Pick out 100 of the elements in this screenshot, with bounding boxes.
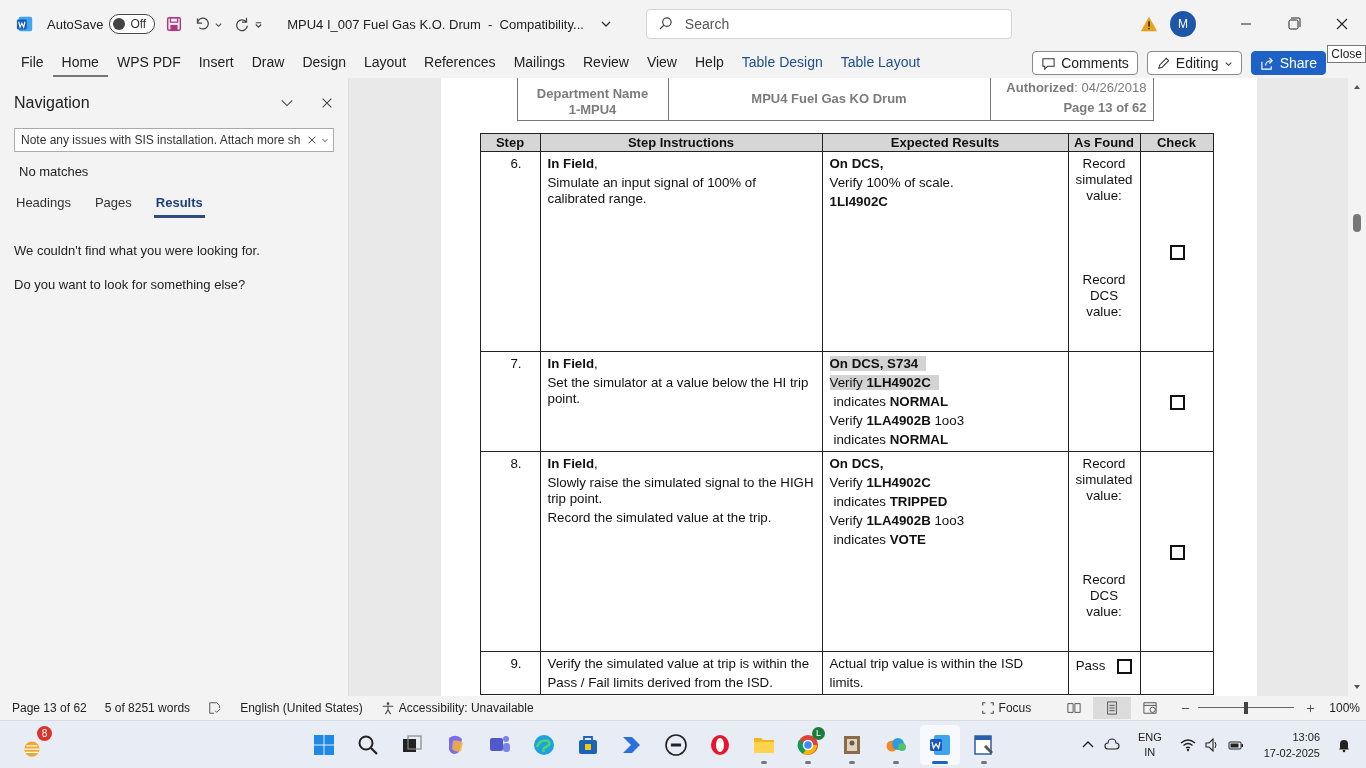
ribbon-tab[interactable]: WPS PDF [107, 49, 190, 77]
ribbon-tab[interactable]: Table Design [732, 49, 832, 77]
expected-result-text: On DCS, S734 [829, 356, 919, 371]
zoom-level[interactable]: 100% [1329, 701, 1360, 715]
pass-label: Pass [1075, 658, 1106, 674]
column-header: Step Instructions [540, 133, 822, 152]
result-message: We couldn't find what you were looking for. [14, 243, 261, 258]
notification-badge: 8 [37, 725, 52, 741]
share-button[interactable]: Share [1250, 51, 1326, 75]
ribbon-tab[interactable]: View [637, 49, 686, 77]
page-count[interactable]: Page 13 of 62 [12, 701, 87, 715]
unit-code: 1-MPU4 [567, 102, 618, 118]
customize-icon[interactable] [254, 19, 264, 29]
instruction-text: Pass / Fail limits derived from the ISD. [547, 675, 774, 691]
print-layout-icon[interactable] [1093, 697, 1132, 719]
instruction-text: Simulate an input signal of 100% of calibrated range. [547, 175, 757, 207]
document-title: MPU4 I_007 Fuel Gas K.O. Drum - Compatibility... [287, 16, 584, 32]
app-badge: L [812, 726, 825, 740]
column-header: Check [1140, 133, 1213, 152]
ribbon-tab[interactable]: Review [574, 49, 638, 77]
ribbon-tab[interactable]: Design [293, 49, 355, 77]
expected-result-text: Verify 1LH4902C [829, 375, 931, 390]
search-field[interactable]: Search [645, 9, 1012, 39]
ribbon-tab[interactable]: Layout [355, 49, 416, 77]
accessibility-status[interactable]: Accessibility: Unavailable [380, 701, 534, 715]
expected-result-text: indicates VOTE [833, 532, 926, 547]
autosave-label: AutoSave [47, 16, 104, 32]
step-number: 9. [510, 656, 522, 671]
save-icon[interactable] [165, 15, 184, 33]
close-tooltip: Close [1327, 45, 1366, 63]
page-number: Page 13 of 62 [1062, 99, 1147, 117]
share-icon [1259, 55, 1275, 71]
clock[interactable]: 13:06 17-02-2025 [1263, 728, 1320, 761]
clear-icon[interactable] [307, 135, 317, 145]
pane-tab[interactable]: Headings [14, 190, 73, 218]
search-field[interactable]: Note any issues with SIS installation. Attach more sh [14, 128, 334, 152]
expected-result-text: Verify 100% of scale. [829, 175, 954, 190]
instruction-text: Slowly raise the simulated signal to the HIGH trip point. [547, 475, 815, 507]
instruction-text: In Field, [547, 356, 599, 372]
match-status: No matches [18, 163, 90, 181]
close-icon[interactable] [320, 96, 334, 110]
record-prompt: Record simulated value: [1074, 456, 1134, 504]
ribbon-tab[interactable]: References [415, 49, 505, 77]
step-number: 7. [510, 356, 522, 371]
ribbon-tab[interactable]: Help [686, 49, 733, 77]
comment-icon [1041, 55, 1057, 71]
zoom-in-icon[interactable] [1306, 703, 1316, 713]
step-checkbox[interactable] [1169, 244, 1185, 260]
column-header: Step [480, 133, 540, 152]
ribbon-tab[interactable]: Draw [242, 49, 294, 77]
result-message: Do you want to look for something else? [14, 277, 247, 292]
caret-icon[interactable] [321, 136, 329, 144]
step-number: 8. [510, 456, 522, 471]
ribbon-tab[interactable]: File [12, 49, 53, 77]
pane-tab[interactable]: Results [153, 190, 205, 218]
expected-result-text: indicates NORMAL [833, 394, 949, 409]
expected-result-text: Verify 1LA4902B 1oo3 [829, 413, 965, 428]
wifi-icon[interactable] [1179, 736, 1196, 753]
word-icon[interactable] [920, 724, 960, 765]
scroll-thumb[interactable] [1353, 214, 1361, 232]
pass-checkbox[interactable] [1117, 658, 1133, 674]
speaker-icon[interactable] [1203, 736, 1220, 753]
ribbon-tab[interactable]: Table Layout [831, 49, 930, 77]
department-name: Department Name [535, 86, 650, 102]
record-prompt: Record DCS value: [1081, 272, 1127, 320]
ribbon-tab[interactable]: Home [52, 49, 108, 77]
proofing-icon[interactable] [208, 701, 223, 715]
expected-result-text: limits. [829, 675, 864, 690]
step-checkbox[interactable] [1169, 544, 1185, 560]
document-heading: MPU4 Fuel Gas KO Drum [751, 90, 907, 106]
zoom-slider[interactable] [1198, 701, 1295, 715]
step-checkbox[interactable] [1169, 394, 1185, 410]
instruction-text: Set the simulator at a value below the HI trip point. [547, 375, 810, 407]
warning-icon[interactable] [1140, 15, 1158, 33]
editing-button[interactable]: Editing [1146, 51, 1242, 75]
ribbon-tab[interactable]: Insert [189, 49, 243, 77]
accessibility-icon [380, 701, 395, 715]
ribbon-tab[interactable]: Mailings [504, 49, 574, 77]
word-count[interactable]: 5 of 8251 words [104, 701, 191, 715]
expected-result-text: 1LI4902C [829, 194, 888, 209]
expected-result-text: Verify 1LA4902B 1oo3 [829, 513, 965, 528]
authorized-date: Authorized: 04/26/2018 [1005, 79, 1147, 97]
column-header: As Found [1068, 133, 1140, 152]
focus-button[interactable]: Focus [974, 700, 1038, 716]
column-header: Expected Results [822, 133, 1068, 152]
language-status[interactable]: English (United States) [240, 701, 363, 715]
word-logo-icon[interactable] [16, 15, 34, 33]
slider-thumb[interactable] [1244, 702, 1249, 714]
expected-result-text: On DCS, [829, 456, 884, 471]
input-language[interactable]: ENG IN [1137, 729, 1162, 760]
expected-result-text: On DCS, [829, 156, 884, 171]
comments-button[interactable]: Comments [1032, 51, 1138, 75]
pane-title: Navigation [14, 94, 91, 112]
account-avatar[interactable]: M [1170, 11, 1196, 37]
instruction-text: Verify the simulated value at trip is within the [547, 656, 811, 672]
expected-result-text: Verify 1LH4902C [829, 475, 931, 490]
pane-tab[interactable]: Pages [92, 190, 134, 218]
record-prompt: Record simulated value: [1074, 156, 1134, 204]
cloud-sync-icon[interactable] [1103, 736, 1120, 753]
autosave-toggle[interactable]: Off [109, 14, 156, 34]
